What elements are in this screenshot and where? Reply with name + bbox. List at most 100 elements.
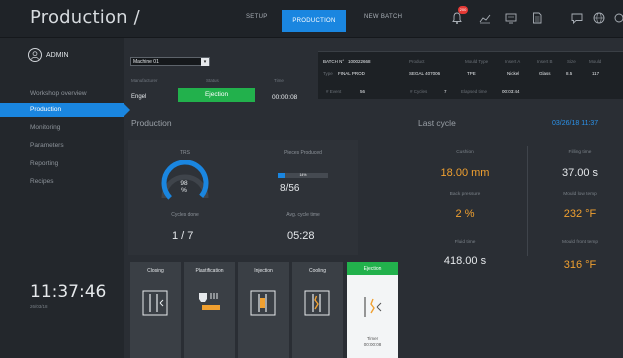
insert-a-label: Insert A [505,59,521,64]
last-cycle-datetime: 03/26/18 11:37 [552,120,599,127]
step-label: Injection [254,268,273,274]
sidebar-item-parameters[interactable]: Parameters [0,139,124,153]
user-name: ADMIN [46,52,69,59]
batch-panel: BATCH N° 100022668 Type FINAL PROD Produ… [318,51,623,99]
globe-icon[interactable] [592,11,606,25]
trs-value: 98% [177,180,191,194]
cushion-value: 18.00 mm [440,167,490,179]
mould-front-temp-value: 316 °F [563,259,597,271]
insert-b-label: Insert B [537,59,553,64]
alert-count-badge: 200 [458,6,468,14]
last-cycle-title: Last cycle [418,118,456,128]
elapsed-value: 00:03:44 [502,89,520,94]
cycles-done-value: 1 / 7 [172,230,194,242]
pieces-value: 8/56 [280,183,300,194]
event-count-label: # Event [326,89,342,94]
step-label: Cooling [309,268,326,274]
type-label: Type [323,71,333,76]
avg-cycle-value: 05:28 [287,230,315,242]
screen-icon[interactable] [504,11,518,25]
mould-low-temp-value: 232 °F [563,208,597,220]
sidebar-item-reporting[interactable]: Reporting [0,157,124,171]
sidebar-item-recipes[interactable]: Recipes [0,175,124,189]
cycles-count-value: 7 [444,89,447,94]
mould-type-label: Mould Type [465,59,489,64]
time-value: 00:00:08 [272,94,298,101]
app-window: Production / SETUP PRODUCTION NEW BATCH … [0,0,623,358]
cycles-done-label: Cycles done [171,212,199,218]
fluid-time-label: Fluid time [454,240,476,245]
cooling-icon [304,290,330,316]
trs-label: TRS [180,150,190,156]
filling-time-value: 37.00 s [561,167,599,179]
batch-no-label: BATCH N° [323,59,345,64]
pieces-progress-text: 14% [299,173,307,177]
step-label: Plastification [195,268,224,274]
step-ejection[interactable]: Ejection Timer 00:00:08 [347,262,398,358]
mould-type-value: TPE [467,71,476,76]
step-label: Closing [147,268,164,274]
step-timer: Timer 00:00:08 [347,336,398,348]
step-plastification[interactable]: Plastification [184,262,235,358]
time-label: Time [274,78,284,83]
page-title: Production / [30,7,140,28]
step-cooling[interactable]: Cooling [292,262,343,358]
sidebar-item-workshop-overview[interactable]: Workshop overview [0,87,124,101]
machine-select-value: Machine 01 [133,59,159,65]
product-value: SEGAL 407006 [409,71,441,76]
tab-production[interactable]: PRODUCTION [282,10,346,32]
tab-setup[interactable]: SETUP [246,14,268,20]
settings-icon[interactable] [612,11,623,25]
pieces-progress-bar: 14% [278,173,328,178]
batch-no-value: 100022668 [348,59,371,64]
clock: 11:37:46 [30,282,107,302]
cushion-label: Cushion [456,150,474,155]
chevron-down-icon: ▾ [201,58,209,66]
step-timer-value: 00:00:08 [363,342,382,347]
size-value: 8.5 [566,71,573,76]
last-cycle-divider [527,146,528,256]
fluid-time-value: 418.00 s [443,255,487,267]
production-title: Production [131,118,172,128]
back-pressure-label: Back pressure [449,192,481,197]
user-avatar-icon [28,48,42,62]
top-bar: Production / SETUP PRODUCTION NEW BATCH … [0,0,623,38]
chart-icon[interactable] [478,11,492,25]
mould-value: 117 [592,71,600,76]
step-closing[interactable]: Closing [130,262,181,358]
chat-icon[interactable] [570,11,584,25]
injection-icon [250,290,276,316]
elapsed-label: Elapsed time [461,89,488,94]
size-label: Size [567,59,576,64]
status-badge: Ejection [178,88,255,102]
product-label: Product [409,59,425,64]
sidebar: ADMIN Workshop overview Production Monit… [0,38,130,358]
tab-new-batch[interactable]: NEW BATCH [364,14,402,20]
trs-number: 98 [180,180,188,187]
mould-label: Mould [589,59,602,64]
sidebar-item-monitoring[interactable]: Monitoring [0,121,124,135]
manufacturer-value: Engel [131,94,147,100]
clock-date: 26/03/18 [30,304,48,309]
step-label: Ejection [347,264,398,275]
step-injection[interactable]: Injection [238,262,289,358]
mould-low-temp-label: Mould low temp [563,192,597,197]
closing-icon [142,290,168,316]
ejection-icon [364,297,382,317]
cycles-count-label: # Cycles [410,89,428,94]
status-label: Status [206,78,219,83]
filling-time-label: Filling time [568,150,592,155]
avg-cycle-label: Avg. cycle time [286,212,320,218]
document-icon[interactable] [530,11,544,25]
event-count-value: 56 [360,89,366,94]
manufacturer-label: Manufacturer [131,78,158,83]
machine-select[interactable]: Machine 01 ▾ [130,57,210,66]
sidebar-item-production[interactable]: Production [0,103,130,117]
plastification-icon [199,293,220,310]
step-timer-label: Timer [366,336,379,341]
insert-a-value: Nickel [507,71,520,76]
mould-front-temp-label: Mould front temp [562,240,598,245]
trs-unit: % [181,187,187,194]
back-pressure-value: 2 % [455,208,475,220]
pieces-label: Pieces Produced [284,150,322,156]
